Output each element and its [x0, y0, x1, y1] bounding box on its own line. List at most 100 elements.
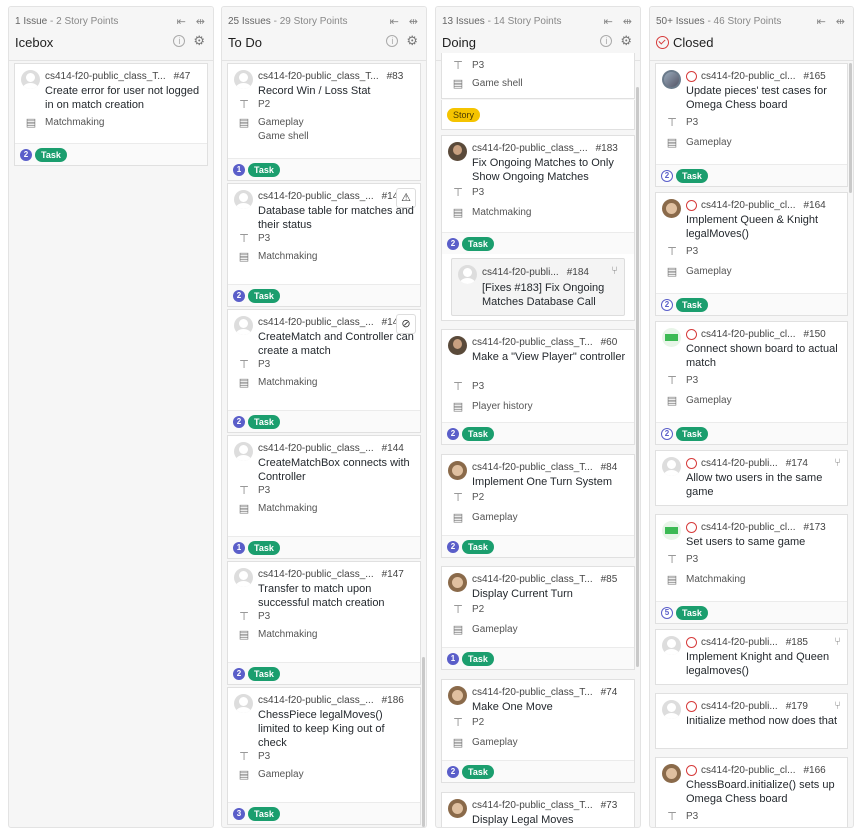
- linked-pr-card[interactable]: cs414-f20-publi... #184 ⑂ [Fixes #183] Fi…: [451, 258, 625, 316]
- issue-title[interactable]: Database table for matches and their sta…: [258, 204, 414, 232]
- label-task[interactable]: Task: [248, 289, 280, 303]
- repo-name[interactable]: cs414-f20-public_cl...: [701, 200, 796, 211]
- repo-name[interactable]: cs414-f20-public_class_...: [258, 569, 374, 580]
- label-task[interactable]: Task: [248, 667, 280, 681]
- repo-name[interactable]: cs414-f20-public_class_T...: [472, 687, 593, 698]
- issue-title[interactable]: Make One Move: [472, 700, 628, 714]
- issue-card[interactable]: cs414-f20-public_class_T... #84 Implement…: [441, 454, 635, 558]
- scrollbar[interactable]: [849, 63, 852, 193]
- issue-title[interactable]: Implement Knight and Queen legalmoves(): [686, 650, 841, 678]
- repo-name[interactable]: cs414-f20-public_class_T...: [45, 71, 166, 82]
- label-task[interactable]: Task: [462, 540, 494, 554]
- expand-icon[interactable]: ⇹: [409, 15, 418, 28]
- issue-title[interactable]: Update pieces' test cases for Omega Ches…: [686, 84, 841, 112]
- repo-name[interactable]: cs414-f20-public_class_T...: [472, 574, 593, 585]
- collapse-icon[interactable]: ⇤: [177, 15, 186, 28]
- issue-card[interactable]: cs414-f20-public_class_... #142 ⚠ Databas…: [227, 183, 421, 307]
- issue-card[interactable]: cs414-f20-public_class_... #147 Transfer …: [227, 561, 421, 685]
- issue-card[interactable]: cs414-f20-publi... #174 ⑂ Allow two users…: [655, 450, 848, 506]
- gear-icon[interactable]: ⚙: [193, 34, 205, 47]
- label-task[interactable]: Task: [676, 606, 708, 620]
- issue-card[interactable]: cs414-f20-public_cl... #173 Set users to …: [655, 514, 848, 624]
- issue-title[interactable]: Connect shown board to actual match: [686, 342, 841, 370]
- issue-title[interactable]: CreateMatchBox connects with Controller: [258, 456, 414, 484]
- issue-card[interactable]: cs414-f20-public_class_T... #73 Display L…: [441, 792, 635, 827]
- label-task[interactable]: Task: [462, 652, 494, 666]
- issue-title[interactable]: Transfer to match upon successful match …: [258, 582, 414, 610]
- issue-title[interactable]: Create error for user not logged in on m…: [45, 84, 201, 112]
- expand-icon[interactable]: ⇹: [836, 15, 845, 28]
- label-task[interactable]: Task: [676, 427, 708, 441]
- collapse-icon[interactable]: ⇤: [604, 15, 613, 28]
- issue-title[interactable]: Display Legal Moves: [472, 813, 628, 827]
- label-task[interactable]: Task: [462, 765, 494, 779]
- issue-card[interactable]: cs414-f20-public_cl... #165 Update pieces…: [655, 63, 848, 187]
- collapse-icon[interactable]: ⇤: [390, 15, 399, 28]
- label-task[interactable]: Task: [676, 169, 708, 183]
- issue-card[interactable]: cs414-f20-public_class_T... #47 Create er…: [14, 63, 208, 166]
- issue-card[interactable]: cs414-f20-public_class_T... #85 Display C…: [441, 566, 635, 670]
- repo-name[interactable]: cs414-f20-public_class_T...: [472, 337, 593, 348]
- label-task[interactable]: Task: [248, 163, 280, 177]
- issue-card[interactable]: cs414-f20-public_cl... #164 Implement Que…: [655, 192, 848, 316]
- repo-name[interactable]: cs414-f20-public_class_...: [258, 443, 374, 454]
- gear-icon[interactable]: ⚙: [620, 34, 632, 47]
- issue-title[interactable]: Allow two users in the same game: [686, 471, 841, 499]
- issue-card[interactable]: cs414-f20-public_class_... #143 ⊘ CreateM…: [227, 309, 421, 433]
- repo-name[interactable]: cs414-f20-publi...: [701, 458, 778, 469]
- issue-card[interactable]: cs414-f20-public_class_T... #60 Make a "V…: [441, 329, 635, 445]
- issue-title[interactable]: Implement Queen & Knight legalMoves(): [686, 213, 841, 241]
- repo-name[interactable]: cs414-f20-public_class_...: [472, 143, 588, 154]
- label-story[interactable]: Story: [447, 108, 481, 122]
- repo-name[interactable]: cs414-f20-publi...: [701, 637, 778, 648]
- issue-card[interactable]: cs414-f20-public_cl... #166 ChessBoard.in…: [655, 757, 848, 827]
- issue-card[interactable]: cs414-f20-public_class_... #183 Fix Ongoi…: [441, 135, 635, 321]
- repo-name[interactable]: cs414-f20-public_class_T...: [258, 71, 379, 82]
- repo-name[interactable]: cs414-f20-public_cl...: [701, 765, 796, 776]
- issue-title[interactable]: Fix Ongoing Matches to Only Show Ongoing…: [472, 156, 628, 184]
- issue-card[interactable]: cs414-f20-publi... #185 ⑂ Implement Knigh…: [655, 629, 848, 685]
- scrollbar[interactable]: [422, 657, 425, 827]
- repo-name[interactable]: cs414-f20-publi...: [701, 701, 778, 712]
- collapse-icon[interactable]: ⇤: [817, 15, 826, 28]
- repo-name[interactable]: cs414-f20-public_cl...: [701, 71, 796, 82]
- repo-name[interactable]: cs414-f20-publi...: [482, 267, 559, 278]
- repo-name[interactable]: cs414-f20-public_class_...: [258, 317, 374, 328]
- label-task[interactable]: Task: [462, 237, 494, 251]
- info-icon[interactable]: i: [386, 35, 399, 47]
- gear-icon[interactable]: ⚙: [406, 34, 418, 47]
- info-icon[interactable]: i: [173, 35, 186, 47]
- label-task[interactable]: Task: [248, 415, 280, 429]
- issue-title[interactable]: Implement One Turn System: [472, 475, 628, 489]
- issue-title[interactable]: Display Current Turn: [472, 587, 628, 601]
- issue-title[interactable]: CreateMatch and Controller can create a …: [258, 330, 414, 358]
- issue-card[interactable]: cs414-f20-publi... #179 ⑂ Initialize meth…: [655, 693, 848, 749]
- issue-card[interactable]: ⊤ P3 ▤ Game shell: [441, 53, 635, 99]
- issue-title[interactable]: [Fixes #183] Fix Ongoing Matches Databas…: [482, 281, 618, 309]
- issue-card[interactable]: cs414-f20-public_cl... #150 Connect shown…: [655, 321, 848, 445]
- expand-icon[interactable]: ⇹: [196, 15, 205, 28]
- label-task[interactable]: Task: [676, 298, 708, 312]
- scrollbar[interactable]: [636, 87, 639, 667]
- issue-card[interactable]: cs414-f20-public_class_T... #83 Record Wi…: [227, 63, 421, 181]
- repo-name[interactable]: cs414-f20-public_cl...: [701, 522, 796, 533]
- label-task[interactable]: Task: [248, 807, 280, 821]
- repo-name[interactable]: cs414-f20-public_class_T...: [472, 462, 593, 473]
- expand-icon[interactable]: ⇹: [623, 15, 632, 28]
- repo-name[interactable]: cs414-f20-public_class_T...: [472, 800, 593, 811]
- issue-title[interactable]: ChessBoard.initialize() sets up Omega Ch…: [686, 778, 841, 806]
- issue-title[interactable]: Set users to same game: [686, 535, 841, 549]
- issue-card[interactable]: cs414-f20-public_class_... #186 ChessPiec…: [227, 687, 421, 825]
- label-task[interactable]: Task: [248, 541, 280, 555]
- label-task[interactable]: Task: [462, 427, 494, 441]
- repo-name[interactable]: cs414-f20-public_class_...: [258, 191, 374, 202]
- issue-card[interactable]: cs414-f20-public_class_... #144 CreateMat…: [227, 435, 421, 559]
- repo-name[interactable]: cs414-f20-public_cl...: [701, 329, 796, 340]
- issue-title[interactable]: Initialize method now does that: [686, 714, 841, 728]
- label-task[interactable]: Task: [35, 148, 67, 162]
- repo-name[interactable]: cs414-f20-public_class_...: [258, 695, 374, 706]
- issue-title[interactable]: Record Win / Loss Stat: [258, 84, 414, 98]
- info-icon[interactable]: i: [600, 35, 613, 47]
- issue-card[interactable]: cs414-f20-public_class_T... #74 Make One …: [441, 679, 635, 783]
- issue-title[interactable]: Make a "View Player" controller: [472, 350, 628, 364]
